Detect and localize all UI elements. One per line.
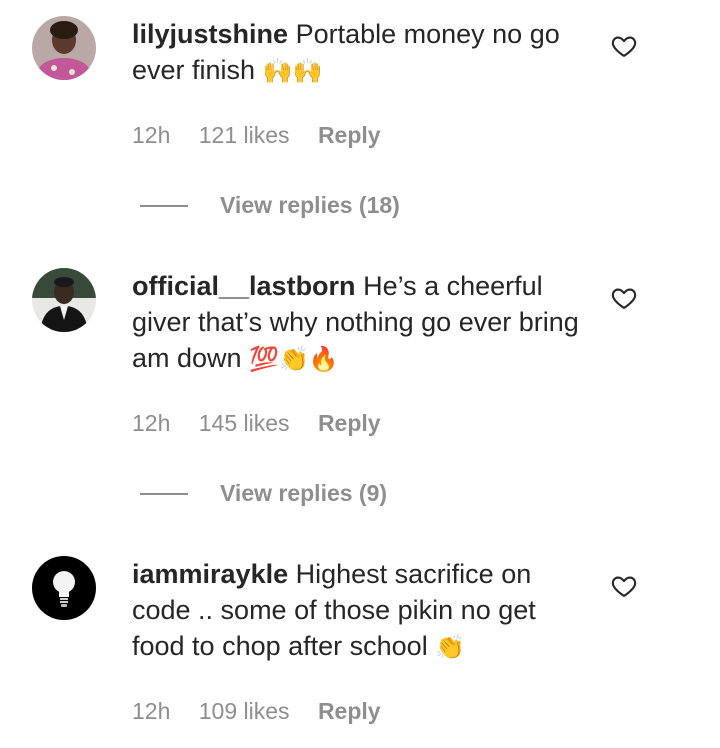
comment-username[interactable]: iammiraykle [132, 559, 288, 589]
comment-emoji: 🙌🙌 [262, 57, 323, 85]
comments-list: lilyjustshine Portable money no go ever … [0, 0, 720, 748]
comment-time: 12h [132, 698, 171, 724]
comment-time: 12h [132, 410, 171, 436]
replies-divider [140, 493, 188, 495]
lightbulb-avatar-icon [32, 556, 96, 620]
comment-meta: 12h 121 likes Reply [132, 121, 403, 149]
reply-button[interactable]: Reply [318, 122, 381, 148]
like-heart-icon[interactable] [610, 32, 638, 60]
avatar[interactable] [32, 16, 96, 80]
comment-meta: 12h 109 likes Reply [132, 697, 403, 725]
comment-meta: 12h 145 likes Reply [132, 409, 403, 437]
reply-button[interactable]: Reply [318, 698, 381, 724]
comment-body: official__lastborn He’s a cheerful giver… [132, 268, 592, 377]
view-replies-label: View replies (18) [220, 192, 400, 218]
comment-emoji: 👏 [435, 633, 466, 661]
comment-username[interactable]: official__lastborn [132, 271, 356, 301]
replies-divider [140, 205, 188, 207]
user-avatar-photo-icon [32, 268, 96, 332]
comment-likes[interactable]: 145 likes [199, 410, 290, 436]
avatar[interactable] [32, 268, 96, 332]
comment-username[interactable]: lilyjustshine [132, 19, 288, 49]
comment-likes[interactable]: 121 likes [199, 122, 290, 148]
view-replies-label: View replies (9) [220, 480, 388, 506]
comment-likes[interactable]: 109 likes [199, 698, 290, 724]
like-heart-icon[interactable] [610, 284, 638, 312]
like-heart-icon[interactable] [610, 572, 638, 600]
reply-button[interactable]: Reply [318, 410, 381, 436]
comment-emoji: 💯👏🔥 [249, 345, 339, 373]
avatar[interactable] [32, 556, 96, 620]
comment-time: 12h [132, 122, 171, 148]
comment-body: lilyjustshine Portable money no go ever … [132, 16, 592, 89]
comment-body: iammiraykle Highest sacrifice on code ..… [132, 556, 592, 665]
user-avatar-photo-icon [32, 16, 96, 80]
